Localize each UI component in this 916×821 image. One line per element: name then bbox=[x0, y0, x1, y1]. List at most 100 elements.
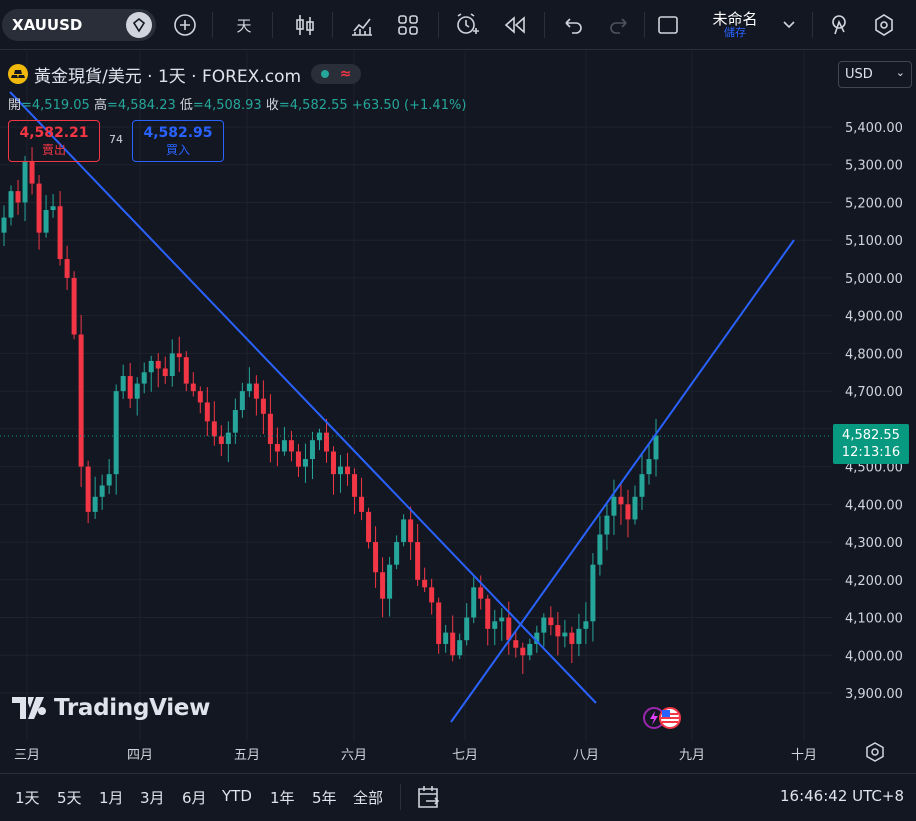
spread-value: 74 bbox=[109, 133, 123, 146]
candle-body bbox=[295, 451, 301, 467]
market-status[interactable]: ≈ bbox=[311, 64, 362, 84]
candle-body bbox=[57, 206, 63, 260]
range-button[interactable]: 3月 bbox=[140, 787, 165, 808]
candle-body bbox=[127, 376, 133, 399]
buy-button[interactable]: 4,582.95 買入 bbox=[132, 120, 224, 162]
square-icon bbox=[658, 16, 678, 34]
range-button[interactable]: 5天 bbox=[57, 787, 82, 808]
price-tick-label: 5,400.00 bbox=[845, 121, 903, 136]
candle-body bbox=[204, 402, 210, 422]
axis-settings-button[interactable] bbox=[864, 741, 886, 763]
candle-body bbox=[422, 579, 428, 588]
candle-body bbox=[618, 496, 624, 505]
candle-body bbox=[646, 459, 652, 475]
quick-search-button[interactable] bbox=[824, 9, 856, 41]
interval-button[interactable]: 天 bbox=[228, 9, 260, 41]
alert-button[interactable] bbox=[450, 9, 484, 41]
candle-body bbox=[415, 542, 421, 580]
range-button[interactable]: 6月 bbox=[182, 787, 207, 808]
gear-icon bbox=[875, 14, 893, 36]
price-tick-label: 4,900.00 bbox=[845, 310, 903, 325]
time-tick-label: 七月 bbox=[451, 748, 479, 763]
candle-body bbox=[583, 621, 589, 629]
range-button[interactable]: 全部 bbox=[353, 787, 383, 808]
candle-body bbox=[50, 206, 56, 211]
range-button[interactable]: 5年 bbox=[312, 787, 337, 808]
candle-body bbox=[429, 587, 435, 603]
time-tick-label: 八月 bbox=[572, 748, 600, 763]
compare-icon[interactable] bbox=[126, 12, 152, 38]
add-symbol-button[interactable] bbox=[170, 9, 200, 41]
candle-body bbox=[197, 391, 203, 403]
candle-body bbox=[653, 435, 659, 460]
high-value: =4,584.23 bbox=[106, 98, 176, 113]
time-tick-label: 四月 bbox=[126, 748, 154, 763]
trendlines-layer bbox=[9, 91, 795, 723]
save-label: 儲存 bbox=[724, 26, 746, 39]
candle-body bbox=[15, 191, 21, 203]
candle-body bbox=[345, 466, 351, 475]
low-value: =4,508.93 bbox=[192, 98, 262, 113]
settings-button[interactable] bbox=[868, 9, 900, 41]
price-tick-label: 5,200.00 bbox=[845, 196, 903, 211]
change-value: +63.50 (+1.41%) bbox=[351, 98, 467, 113]
candle-body bbox=[380, 572, 386, 599]
candle-body bbox=[394, 542, 400, 565]
open-value: =4,519.05 bbox=[21, 98, 90, 113]
range-button[interactable]: 1天 bbox=[15, 787, 40, 808]
calendar-goto-icon bbox=[418, 786, 440, 808]
sell-label: 賣出 bbox=[41, 142, 66, 157]
candle-body bbox=[569, 632, 575, 644]
candle-body bbox=[113, 391, 119, 475]
candle-body bbox=[464, 617, 470, 641]
candle-body bbox=[148, 360, 154, 373]
goto-date-button[interactable] bbox=[416, 783, 442, 811]
candle-body bbox=[64, 259, 70, 278]
replay-button[interactable] bbox=[498, 9, 532, 41]
time-tick-label: 十月 bbox=[790, 748, 818, 763]
rewind-icon bbox=[504, 16, 525, 34]
undo-button[interactable] bbox=[558, 9, 588, 41]
trendline-down[interactable] bbox=[9, 91, 597, 704]
chart-type-button[interactable] bbox=[290, 9, 320, 41]
candle-body bbox=[471, 587, 477, 618]
candle-body bbox=[590, 564, 596, 622]
candle-body bbox=[1, 217, 7, 233]
symbol-legend[interactable]: 黃金現貨/美元 · 1天 · FOREX.com ≈ bbox=[8, 63, 362, 87]
buy-label: 買入 bbox=[165, 142, 190, 157]
gold-bars-icon bbox=[8, 64, 28, 84]
candle-body bbox=[527, 643, 533, 656]
candle-body bbox=[625, 504, 631, 520]
economic-events[interactable] bbox=[642, 706, 688, 730]
clock[interactable]: 16:46:42 UTC+8 bbox=[780, 787, 904, 805]
layout-name: 未命名 bbox=[712, 10, 758, 28]
candle-body bbox=[218, 436, 224, 444]
sell-button[interactable]: 4,582.21 賣出 bbox=[8, 120, 100, 162]
close-label: 收 bbox=[265, 98, 279, 113]
price-tick-label: 4,000.00 bbox=[845, 649, 903, 664]
tradingview-logo[interactable]: TradingView bbox=[12, 692, 210, 724]
trendline-up[interactable] bbox=[450, 239, 795, 723]
time-tick-label: 三月 bbox=[13, 748, 41, 763]
currency-select[interactable]: USD ⌄ bbox=[838, 61, 912, 88]
range-button[interactable]: 1年 bbox=[270, 787, 295, 808]
range-button[interactable]: YTD bbox=[222, 787, 252, 805]
layout-menu-button[interactable] bbox=[778, 9, 800, 41]
price-tick-label: 4,800.00 bbox=[845, 347, 903, 362]
legend-title: 黃金現貨/美元 · 1天 · FOREX.com bbox=[34, 66, 302, 87]
indicators-button[interactable] bbox=[346, 9, 378, 41]
symbol-search-button[interactable]: XAUUSD bbox=[2, 9, 156, 41]
last-price-value: 4,582.55 bbox=[842, 428, 900, 443]
layout-name-button[interactable]: 未命名 儲存 bbox=[700, 9, 770, 41]
fullscreen-button[interactable] bbox=[652, 9, 684, 41]
price-tick-label: 3,900.00 bbox=[845, 687, 903, 702]
candle-body bbox=[513, 640, 519, 648]
candle-body bbox=[155, 360, 161, 369]
layouts-button[interactable] bbox=[392, 9, 424, 41]
candle-body bbox=[141, 372, 147, 384]
last-price-label: 4,582.55 12:13:16 bbox=[833, 424, 909, 464]
candle-body bbox=[36, 183, 42, 233]
range-button[interactable]: 1月 bbox=[99, 787, 124, 808]
redo-button[interactable] bbox=[604, 9, 634, 41]
tradingview-mark-icon bbox=[12, 697, 46, 719]
